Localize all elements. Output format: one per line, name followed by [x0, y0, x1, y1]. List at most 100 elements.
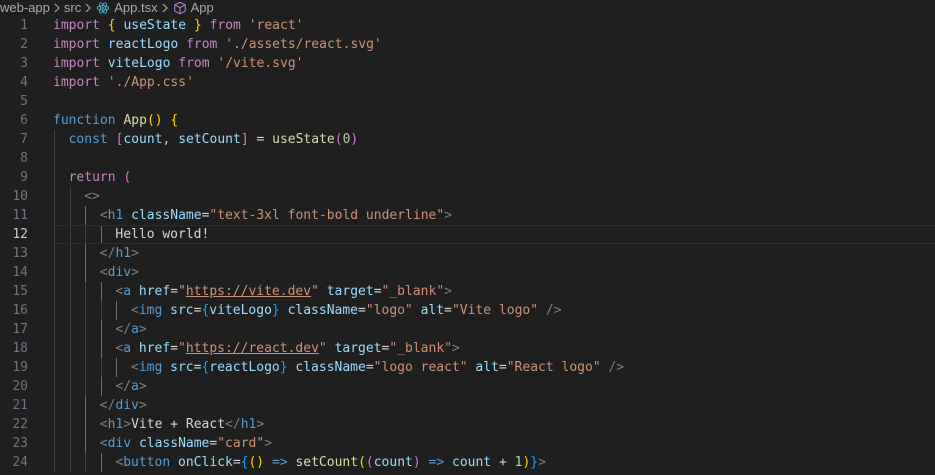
code-line[interactable]: 22 <h1>Vite + React</h1>	[0, 415, 935, 434]
code-line[interactable]: 11 <h1 className="text-3xl font-bold unde…	[0, 206, 935, 225]
code-line[interactable]: 19 <img src={reactLogo} className="logo r…	[0, 358, 935, 377]
code-token: =>	[271, 455, 288, 470]
breadcrumb-item-file[interactable]: App.tsx	[95, 0, 158, 15]
code-text: <>	[84, 187, 100, 206]
code-token: {	[107, 18, 116, 33]
line-number[interactable]: 19	[0, 358, 28, 377]
code-line[interactable]: 14 <div>	[0, 263, 935, 282]
code-line[interactable]: 5	[0, 92, 935, 111]
code-token: </	[225, 417, 241, 432]
code-text: <a href="https://vite.dev" target="_blan…	[115, 282, 452, 301]
code-token: img	[138, 303, 163, 318]
line-number[interactable]: 15	[0, 282, 28, 301]
code-line[interactable]: 24 <button onClick={() => setCount((count…	[0, 453, 935, 472]
breadcrumb: web-app src App.tsx App	[0, 0, 935, 15]
line-number[interactable]: 21	[0, 396, 28, 415]
code-line[interactable]: 21 </div>	[0, 396, 935, 415]
code-line[interactable]: 20 </a>	[0, 377, 935, 396]
code-token: ()	[248, 455, 265, 470]
line-number[interactable]: 1	[0, 16, 28, 35]
code-text: </a>	[115, 320, 146, 339]
indent-guide	[69, 301, 71, 320]
code-line[interactable]: 3 import viteLogo from '/vite.svg'	[0, 54, 935, 73]
line-number[interactable]: 13	[0, 244, 28, 263]
code-token: >	[444, 208, 453, 223]
line-number[interactable]: 16	[0, 301, 28, 320]
code-line[interactable]: 12 Hello world!	[0, 225, 935, 244]
line-number[interactable]: 2	[0, 35, 28, 54]
code-line[interactable]: 4 import './App.css'	[0, 73, 935, 92]
code-token: =	[444, 303, 452, 318]
line-number[interactable]: 24	[0, 453, 28, 472]
code-token: <>	[84, 189, 100, 204]
breadcrumb-item-symbol[interactable]: App	[172, 0, 214, 15]
code-token: Vite + React	[131, 417, 226, 432]
code-line[interactable]: 9 return (	[0, 168, 935, 187]
indent-guide	[54, 358, 55, 377]
line-number[interactable]: 14	[0, 263, 28, 282]
indent-guide	[85, 282, 87, 301]
code-token: Hello world!	[115, 227, 210, 242]
line-number[interactable]: 20	[0, 377, 28, 396]
code-line[interactable]: 23 <div className="card">	[0, 434, 935, 453]
indent-guide	[85, 453, 87, 472]
line-number[interactable]: 17	[0, 320, 28, 339]
code-text: <h1 className="text-3xl font-bold underl…	[100, 206, 452, 225]
breadcrumb-item-folder[interactable]: web-app	[0, 0, 50, 15]
line-number[interactable]: 9	[0, 168, 28, 187]
code-line[interactable]: 10 <>	[0, 187, 935, 206]
code-line[interactable]: 1 import { useState } from 'react'	[0, 16, 935, 35]
code-token: './assets/react.svg'	[225, 37, 382, 52]
code-token: "logo react"	[373, 360, 468, 375]
code-token: a	[123, 341, 132, 356]
code-line[interactable]: 18 <a href="https://react.dev" target="_b…	[0, 339, 935, 358]
code-line[interactable]: 8	[0, 149, 935, 168]
code-line[interactable]: 13 </h1>	[0, 244, 935, 263]
indent-guide	[54, 263, 55, 282]
code-line[interactable]: 16 <img src={viteLogo} className="logo" a…	[0, 301, 935, 320]
code-token: <	[131, 303, 139, 318]
code-line[interactable]: 2 import reactLogo from './assets/react.s…	[0, 35, 935, 54]
indent-guide	[85, 320, 87, 339]
breadcrumb-item-src[interactable]: src	[64, 0, 81, 15]
indent-guide	[116, 301, 118, 320]
code-token: )	[412, 455, 421, 470]
line-number[interactable]: 7	[0, 130, 28, 149]
indent-guide	[85, 225, 87, 244]
line-number[interactable]: 12	[0, 225, 28, 244]
indent-guide	[69, 320, 71, 339]
code-token: />	[608, 360, 625, 375]
breadcrumb-label: App	[190, 0, 214, 15]
code-token: '/vite.svg'	[217, 56, 304, 71]
line-number[interactable]: 18	[0, 339, 28, 358]
code-token: (	[123, 170, 132, 185]
code-line[interactable]: 15 <a href="https://vite.dev" target="_bl…	[0, 282, 935, 301]
line-number[interactable]: 11	[0, 206, 28, 225]
indent-guide	[54, 206, 55, 225]
indent-guide	[54, 187, 55, 206]
code-token: "_blank"	[381, 284, 445, 299]
indent-guide	[54, 168, 55, 187]
line-number[interactable]: 8	[0, 149, 28, 168]
indent-guide	[69, 396, 71, 415]
code-token: ()	[146, 113, 163, 128]
code-line[interactable]: 6 function App() {	[0, 111, 935, 130]
code-line[interactable]: 17 </a>	[0, 320, 935, 339]
line-number[interactable]: 6	[0, 111, 28, 130]
code-token: h1	[240, 417, 257, 432]
code-token: className	[287, 303, 359, 318]
code-token: from	[186, 37, 218, 52]
line-number[interactable]: 4	[0, 73, 28, 92]
indent-guide	[54, 282, 55, 301]
code-line[interactable]: 7 const [count, setCount] = useState(0)	[0, 130, 935, 149]
code-editor[interactable]: 1 import { useState } from 'react' 2 import…	[0, 16, 935, 475]
line-number[interactable]: 23	[0, 434, 28, 453]
line-number[interactable]: 5	[0, 92, 28, 111]
code-token: }	[279, 360, 288, 375]
line-number[interactable]: 22	[0, 415, 28, 434]
line-number[interactable]: 3	[0, 54, 28, 73]
code-token: }	[530, 455, 539, 470]
line-number[interactable]: 10	[0, 187, 28, 206]
